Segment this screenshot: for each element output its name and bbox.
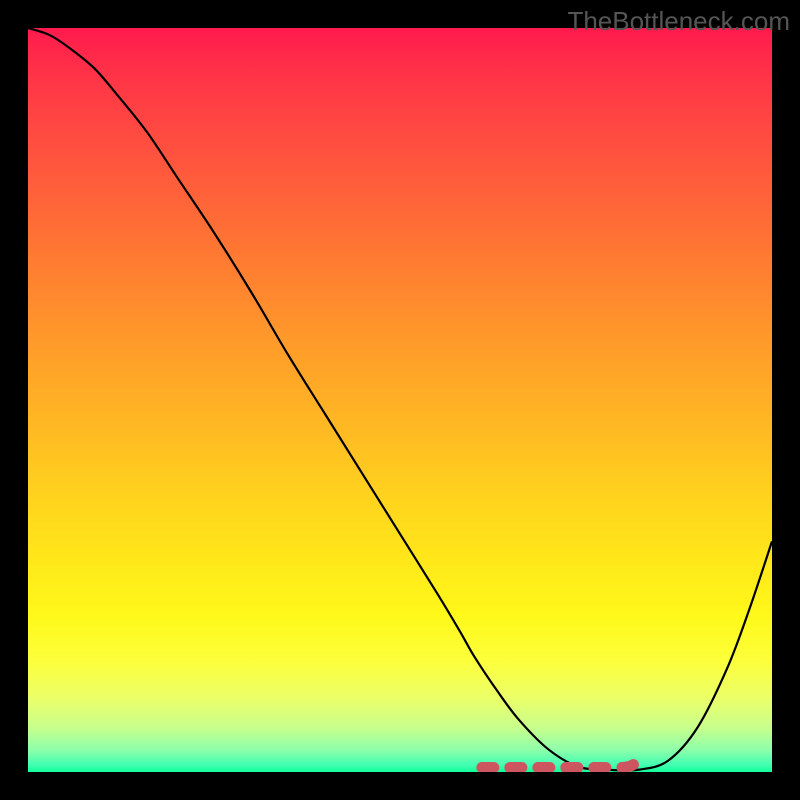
bottleneck-curve xyxy=(28,28,772,771)
chart-container: TheBottleneck.com xyxy=(0,0,800,800)
plot-area xyxy=(28,28,772,772)
curve-svg xyxy=(28,28,772,772)
watermark-text: TheBottleneck.com xyxy=(567,6,790,37)
optimal-flat-segment xyxy=(482,760,638,768)
